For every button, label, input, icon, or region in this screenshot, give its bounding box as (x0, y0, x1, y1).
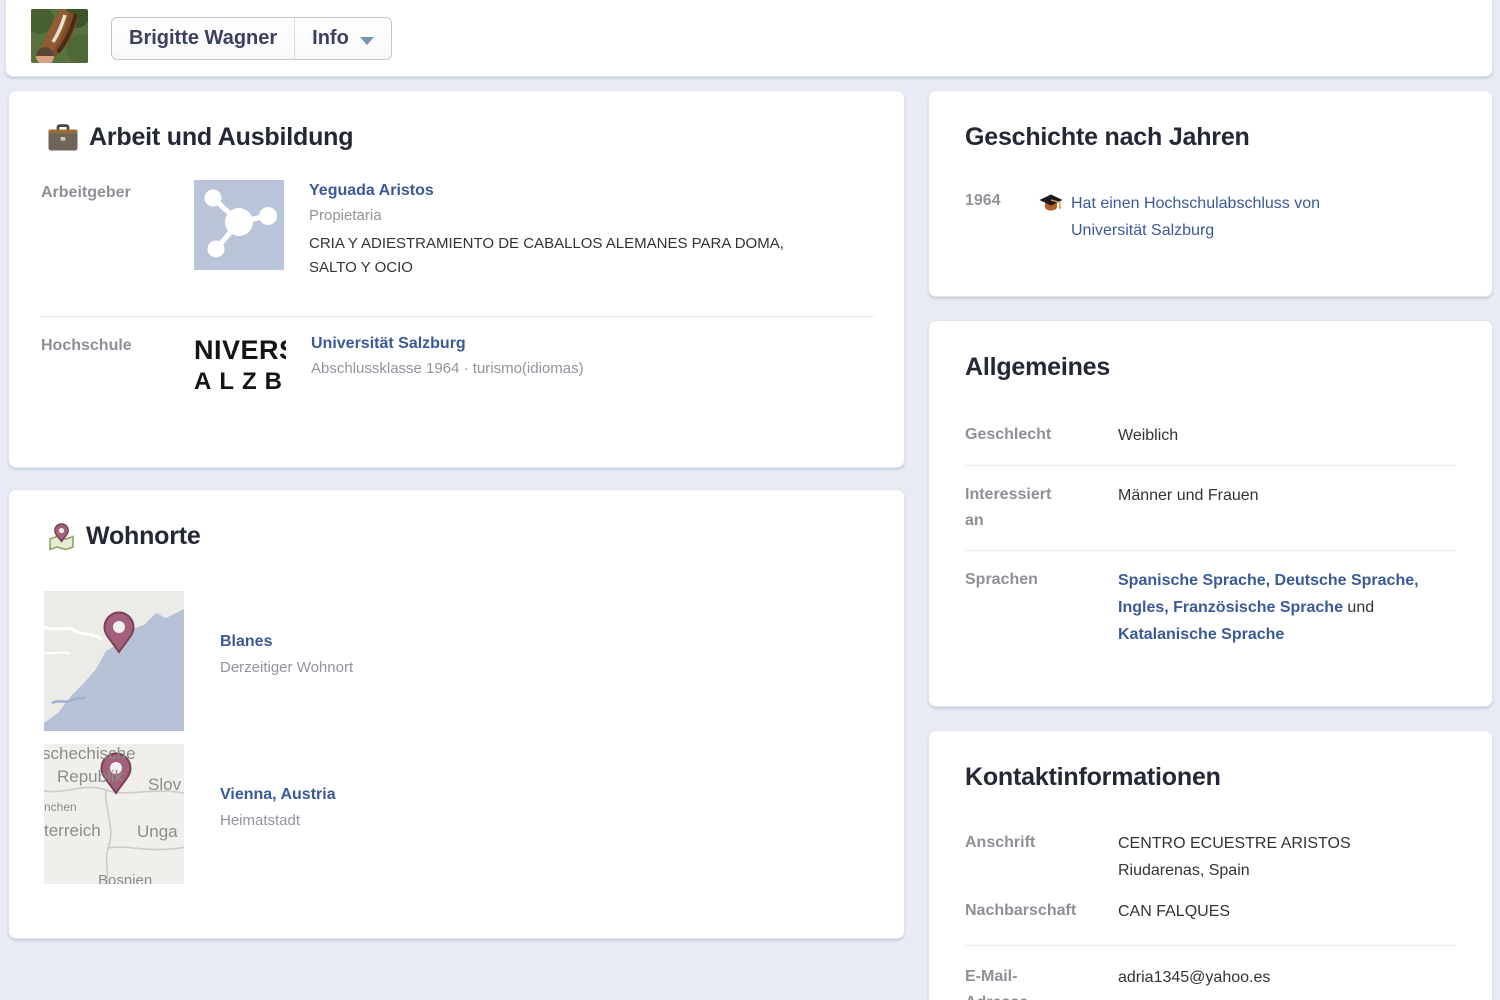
map-label: Bosnien (98, 872, 152, 884)
contact-info-card: Kontaktinformationen Anschrift CENTRO EC… (928, 730, 1493, 1000)
facebook-info-page: Brigitte Wagner Info Arbeit und Ausbildu… (0, 0, 1500, 1000)
college-logo-text: ALZB (194, 367, 286, 397)
places-card-title: Wohnorte (86, 522, 201, 551)
map-pin-icon (48, 523, 75, 551)
language-link[interactable]: Spanische Sprache, (1118, 572, 1275, 589)
college-name-link[interactable]: Universität Salzburg (311, 335, 466, 353)
address-value: CENTRO ECUESTRE ARISTOS Riudarenas, Spai… (1118, 830, 1351, 884)
email-row: E-Mail-Adresse adria1345@yahoo.es (965, 946, 1456, 1000)
language-link[interactable]: Deutsche Sprache, (1275, 572, 1419, 589)
language-link[interactable]: Ingles, (1118, 599, 1173, 616)
graduation-cap-icon (1039, 194, 1063, 212)
languages-value: Spanische Sprache, Deutsche Sprache, Ing… (1118, 567, 1456, 648)
info-tab-label: Info (312, 27, 349, 50)
language-link[interactable]: Katalanische Sprache (1118, 626, 1284, 643)
employer-role: Propietaria (309, 207, 814, 224)
map-label: Slov (148, 775, 181, 795)
gender-row: Geschlecht Weiblich (965, 406, 1456, 466)
college-logo-thumbnail[interactable]: NIVERS ALZB (194, 333, 286, 413)
address-label: Anschrift (965, 830, 1118, 884)
profile-avatar[interactable] (31, 9, 88, 63)
chevron-down-icon (360, 37, 374, 45)
gender-label: Geschlecht (965, 422, 1118, 449)
hometown-type: Heimatstadt (220, 812, 336, 829)
neighborhood-row: Nachbarschaft CAN FALQUES (965, 890, 1456, 946)
languages-conjunction: und (1343, 599, 1374, 616)
about-card-title: Allgemeines (965, 353, 1110, 382)
map-label: Republik (57, 767, 123, 787)
history-event-row: 1964 Hat einen Hochschulabschluss von Un… (965, 190, 1456, 244)
college-label: Hochschule (41, 333, 194, 413)
contact-card-title: Kontaktinformationen (965, 763, 1221, 792)
europe-map (44, 744, 184, 884)
history-by-year-card: Geschichte nach Jahren 1964 Hat einen Ho… (928, 90, 1493, 297)
employer-name-link[interactable]: Yeguada Aristos (309, 182, 434, 200)
employer-page-thumbnail[interactable] (194, 180, 284, 280)
map-label: terreich (44, 821, 101, 841)
profile-nav-buttons: Brigitte Wagner Info (111, 17, 392, 60)
profile-name-label: Brigitte Wagner (129, 27, 277, 50)
hometown-link[interactable]: Vienna, Austria (220, 786, 336, 804)
places-card: Wohnorte Blanes Derzeitiger Woh (8, 489, 905, 939)
language-link[interactable]: Französische Sprache (1173, 599, 1343, 616)
row-divider (41, 316, 874, 317)
avatar-photo-horse (31, 9, 88, 63)
neighborhood-value: CAN FALQUES (1118, 898, 1230, 925)
interested-in-label: Interessiert an (965, 482, 1118, 534)
hometown-map-thumbnail[interactable]: schechische Republik Slov nchen terreich… (44, 744, 184, 884)
work-card-title: Arbeit und Ausbildung (89, 123, 353, 152)
address-line-1: CENTRO ECUESTRE ARISTOS (1118, 830, 1351, 857)
college-row: Hochschule NIVERS ALZB Universität Salzb… (41, 333, 874, 413)
coastline-map (44, 591, 184, 731)
email-label: E-Mail-Adresse (965, 964, 1118, 1000)
history-card-title: Geschichte nach Jahren (965, 123, 1250, 152)
interested-in-row: Interessiert an Männer und Frauen (965, 466, 1456, 551)
profile-name-button[interactable]: Brigitte Wagner (112, 18, 294, 59)
info-tab-button[interactable]: Info (294, 18, 391, 59)
employer-label: Arbeitgeber (41, 180, 194, 280)
briefcase-icon (48, 124, 78, 151)
hometown-row: schechische Republik Slov nchen terreich… (39, 744, 874, 884)
current-city-map-thumbnail[interactable] (44, 591, 184, 731)
interested-in-value: Männer und Frauen (1118, 482, 1259, 534)
page-placeholder-icon (194, 180, 284, 270)
map-label: Unga (137, 822, 178, 842)
history-event-link[interactable]: Hat einen Hochschulabschluss von Univers… (1071, 190, 1371, 244)
current-city-row: Blanes Derzeitiger Wohnort (39, 591, 874, 731)
address-line-2: Riudarenas, Spain (1118, 857, 1351, 884)
employer-row: Arbeitgeber Yeguada Aristos P (41, 180, 874, 280)
map-label: schechische (44, 744, 136, 764)
event-year: 1964 (965, 190, 1021, 244)
address-row: Anschrift CENTRO ECUESTRE ARISTOS Riudar… (965, 822, 1456, 890)
gender-value: Weiblich (1118, 422, 1178, 449)
current-city-link[interactable]: Blanes (220, 633, 272, 651)
basic-info-card: Allgemeines Geschlecht Weiblich Interess… (928, 320, 1493, 707)
languages-label: Sprachen (965, 567, 1118, 648)
college-logo-text: NIVERS (194, 333, 286, 367)
work-education-card: Arbeit und Ausbildung Arbeitgeber (8, 90, 905, 468)
email-value: adria1345@yahoo.es (1118, 964, 1270, 1000)
neighborhood-label: Nachbarschaft (965, 898, 1118, 925)
current-city-type: Derzeitiger Wohnort (220, 659, 353, 676)
employer-description: CRIA Y ADIESTRAMIENTO DE CABALLOS ALEMAN… (309, 232, 814, 280)
college-detail: Abschlussklasse 1964 · turismo(idiomas) (311, 360, 584, 377)
profile-header-card: Brigitte Wagner Info (5, 0, 1493, 77)
map-label: nchen (44, 800, 77, 814)
languages-row: Sprachen Spanische Sprache, Deutsche Spr… (965, 551, 1456, 664)
